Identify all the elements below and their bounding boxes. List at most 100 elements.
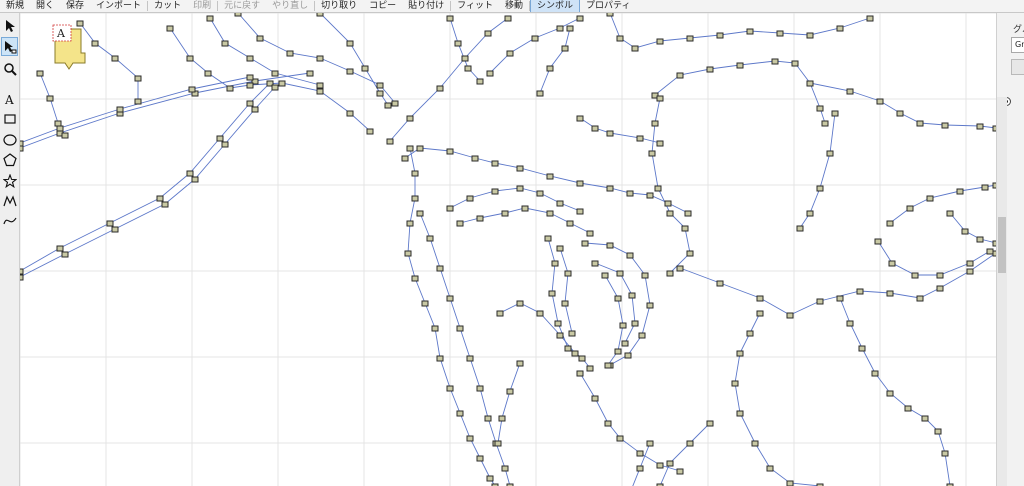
toolbar-button[interactable]: 切り取り — [315, 0, 363, 12]
anchor-node-handle[interactable] — [411, 170, 419, 177]
anchor-node-handle[interactable] — [471, 155, 479, 162]
anchor-node-handle[interactable] — [826, 150, 834, 157]
anchor-node-handle[interactable] — [791, 60, 799, 67]
toolbar-button[interactable]: カット — [148, 0, 187, 12]
anchor-node-handle[interactable] — [251, 106, 259, 113]
anchor-node-handle[interactable] — [111, 226, 119, 233]
anchor-node-handle[interactable] — [456, 410, 464, 417]
anchor-node-handle[interactable] — [961, 228, 969, 235]
toolbar-button[interactable]: シンボル — [530, 0, 581, 12]
toolbar-button[interactable]: インポート — [90, 0, 147, 12]
anchor-node-handle[interactable] — [401, 155, 409, 162]
anchor-node-handle[interactable] — [858, 345, 866, 352]
anchor-node-handle[interactable] — [416, 210, 424, 217]
anchor-node-handle[interactable] — [246, 74, 254, 81]
anchor-node-handle[interactable] — [604, 420, 612, 427]
anchor-node-handle[interactable] — [501, 210, 509, 217]
anchor-node-handle[interactable] — [981, 184, 989, 191]
vector-path[interactable] — [609, 13, 871, 49]
anchor-node-handle[interactable] — [586, 365, 594, 372]
anchor-node-handle[interactable] — [411, 275, 419, 282]
anchor-node-handle[interactable] — [221, 40, 229, 47]
anchor-node-handle[interactable] — [604, 362, 612, 369]
anchor-node-handle[interactable] — [616, 35, 624, 42]
anchor-node-handle[interactable] — [606, 242, 614, 249]
vector-path[interactable] — [654, 60, 826, 124]
anchor-node-handle[interactable] — [631, 45, 639, 52]
toolbar-button[interactable]: フィット — [451, 0, 499, 12]
anchor-node-handle[interactable] — [426, 235, 434, 242]
anchor-node-handle[interactable] — [771, 58, 779, 65]
anchor-node-handle[interactable] — [446, 205, 454, 212]
anchor-node-handle[interactable] — [624, 352, 632, 359]
vector-path[interactable] — [659, 422, 711, 486]
anchor-node-handle[interactable] — [36, 70, 44, 77]
vector-path[interactable] — [404, 147, 689, 214]
anchor-node-handle[interactable] — [806, 80, 814, 87]
anchor-node-handle[interactable] — [846, 88, 854, 95]
anchor-node-handle[interactable] — [571, 350, 579, 357]
anchor-node-handle[interactable] — [846, 320, 854, 327]
anchor-node-handle[interactable] — [786, 312, 794, 319]
anchor-node-handle[interactable] — [506, 388, 514, 395]
anchor-node-handle[interactable] — [976, 123, 984, 130]
anchor-node-handle[interactable] — [234, 13, 242, 17]
toolbar-button[interactable]: 移動 — [499, 0, 529, 12]
anchor-node-handle[interactable] — [361, 65, 369, 72]
anchor-node-handle[interactable] — [484, 30, 492, 37]
anchor-node-handle[interactable] — [436, 265, 444, 272]
anchor-node-handle[interactable] — [856, 288, 864, 295]
anchor-node-handle[interactable] — [941, 122, 949, 129]
anchor-node-handle[interactable] — [646, 192, 654, 199]
anchor-node-handle[interactable] — [256, 35, 264, 42]
anchor-node-handle[interactable] — [391, 100, 399, 107]
anchor-node-handle[interactable] — [456, 220, 464, 227]
vector-path[interactable] — [497, 362, 521, 444]
anchor-node-handle[interactable] — [731, 380, 739, 387]
anchor-node-handle[interactable] — [556, 200, 564, 207]
anchor-node-handle[interactable] — [346, 40, 354, 47]
anchor-node-handle[interactable] — [648, 150, 656, 157]
anchor-node-handle[interactable] — [166, 25, 174, 32]
anchor-node-handle[interactable] — [521, 205, 529, 212]
anchor-node-handle[interactable] — [278, 80, 286, 87]
anchor-node-handle[interactable] — [591, 260, 599, 267]
anchor-node-handle[interactable] — [406, 220, 414, 227]
anchor-node-handle[interactable] — [706, 66, 714, 73]
anchor-node-handle[interactable] — [186, 170, 194, 177]
anchor-node-handle[interactable] — [556, 245, 564, 252]
anchor-node-handle[interactable] — [836, 295, 844, 302]
anchor-node-handle[interactable] — [466, 355, 474, 362]
anchor-node-handle[interactable] — [161, 201, 169, 208]
anchor-node-handle[interactable] — [191, 176, 199, 183]
anchor-node-handle[interactable] — [936, 285, 944, 292]
anchor-node-handle[interactable] — [619, 322, 627, 329]
zoom-tool[interactable] — [1, 59, 18, 78]
anchor-node-handle[interactable] — [911, 272, 919, 279]
anchor-node-handle[interactable] — [926, 195, 934, 202]
anchor-node-handle[interactable] — [456, 325, 464, 332]
vector-path[interactable] — [539, 27, 571, 94]
anchor-node-handle[interactable] — [616, 435, 624, 442]
anchor-node-handle[interactable] — [576, 370, 584, 377]
anchor-node-handle[interactable] — [626, 190, 634, 197]
anchor-node-handle[interactable] — [886, 290, 894, 297]
anchor-node-handle[interactable] — [271, 70, 279, 77]
anchor-node-handle[interactable] — [976, 236, 984, 243]
anchor-node-handle[interactable] — [54, 120, 62, 127]
toolbar-button[interactable]: 元に戻す — [218, 0, 266, 12]
curve-tool[interactable] — [1, 211, 18, 230]
anchor-node-handle[interactable] — [561, 300, 569, 307]
anchor-node-handle[interactable] — [446, 15, 454, 22]
anchor-node-handle[interactable] — [796, 225, 804, 232]
anchor-node-handle[interactable] — [61, 251, 69, 258]
anchor-node-handle[interactable] — [874, 238, 882, 245]
anchor-node-handle[interactable] — [551, 260, 559, 267]
anchor-node-handle[interactable] — [561, 45, 569, 52]
anchor-node-handle[interactable] — [134, 75, 142, 82]
anchor-node-handle[interactable] — [486, 475, 494, 482]
anchor-node-handle[interactable] — [404, 250, 412, 257]
anchor-node-handle[interactable] — [366, 128, 374, 135]
anchor-node-handle[interactable] — [606, 130, 614, 137]
anchor-node-handle[interactable] — [736, 350, 744, 357]
